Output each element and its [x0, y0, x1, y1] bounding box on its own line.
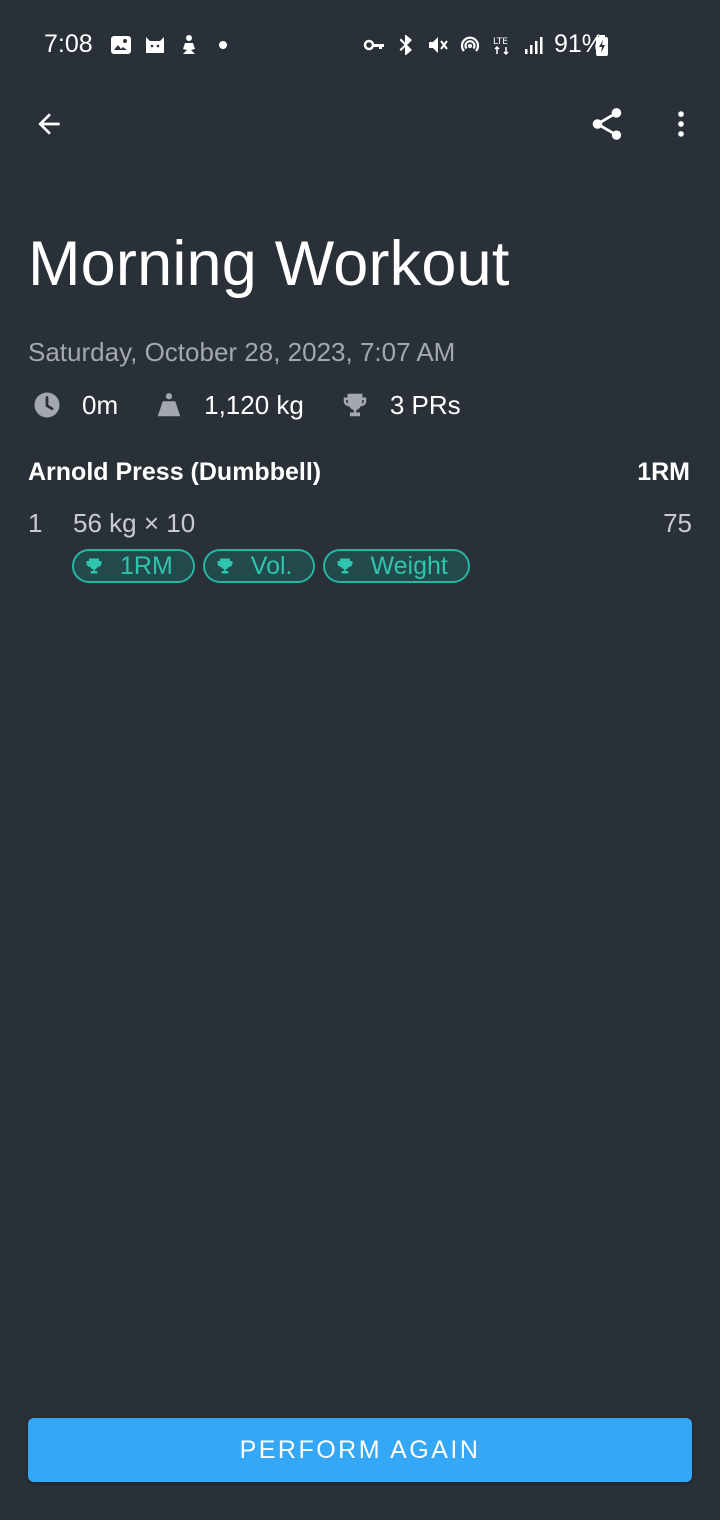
bluetooth-icon [394, 33, 418, 57]
meditation-icon [177, 33, 201, 57]
workout-stats: 0m 1,120 kg 3 PRs [32, 385, 461, 425]
pr-badge-1rm: 1RM [72, 549, 195, 583]
battery-charging-icon [590, 34, 614, 58]
weight-icon [157, 393, 181, 417]
volume-stat: 1,120 kg [154, 390, 304, 421]
workout-title: Morning Workout [28, 229, 510, 299]
app-bar [0, 92, 720, 156]
volume-value: 1,120 kg [204, 389, 304, 420]
trophy-icon [217, 558, 233, 574]
arrow-left-icon [38, 113, 60, 135]
lte-icon: LTE [490, 33, 514, 57]
trophy-icon [343, 393, 367, 417]
set-detail: 56 kg × 10 [73, 508, 196, 538]
vpn-key-icon [362, 33, 386, 57]
prs-value: 3 PRs [389, 389, 461, 420]
exercise-column-header: 1RM [637, 458, 690, 486]
workout-detail-screen: 7:08 LTE 91% Morning Workout Saturday, O… [0, 0, 720, 1520]
share-button[interactable] [579, 96, 635, 152]
status-time: 7:08 [44, 30, 93, 58]
pr-badge-label: 1RM [120, 551, 173, 580]
exercise-name[interactable]: Arnold Press (Dumbbell) [28, 458, 321, 487]
status-left: 7:08 [44, 30, 235, 59]
mute-icon [426, 33, 450, 57]
gallery-icon [109, 33, 133, 57]
status-right: LTE 91% [362, 30, 604, 59]
signal-icon [522, 33, 546, 57]
more-vert-icon [678, 111, 684, 137]
svg-text:LTE: LTE [493, 37, 508, 47]
set-number: 1 [28, 508, 43, 538]
share-icon [592, 108, 622, 140]
duration-stat: 0m [32, 390, 118, 421]
prs-stat: 3 PRs [340, 390, 461, 421]
more-options-button[interactable] [653, 96, 709, 152]
status-bar: 7:08 LTE 91% [0, 0, 720, 90]
trophy-icon [337, 558, 352, 574]
cat-icon [143, 33, 167, 57]
workout-date: Saturday, October 28, 2023, 7:07 AM [28, 337, 456, 367]
pr-badge-volume: Vol. [202, 549, 315, 583]
pr-badge-label: Vol. [250, 551, 293, 580]
clock-icon [34, 392, 60, 418]
notification-dot-icon [211, 33, 235, 57]
pr-badge-weight: Weight [322, 549, 470, 583]
back-button[interactable] [21, 96, 77, 152]
pr-badges: 1RM Vol. Weight [72, 549, 470, 583]
set-1rm-value: 75 [663, 508, 692, 538]
duration-value: 0m [82, 389, 119, 420]
pr-badge-label: Weight [370, 551, 448, 580]
perform-again-button[interactable]: PERFORM AGAIN [28, 1418, 692, 1482]
hotspot-icon [458, 33, 482, 57]
trophy-icon [86, 558, 102, 574]
